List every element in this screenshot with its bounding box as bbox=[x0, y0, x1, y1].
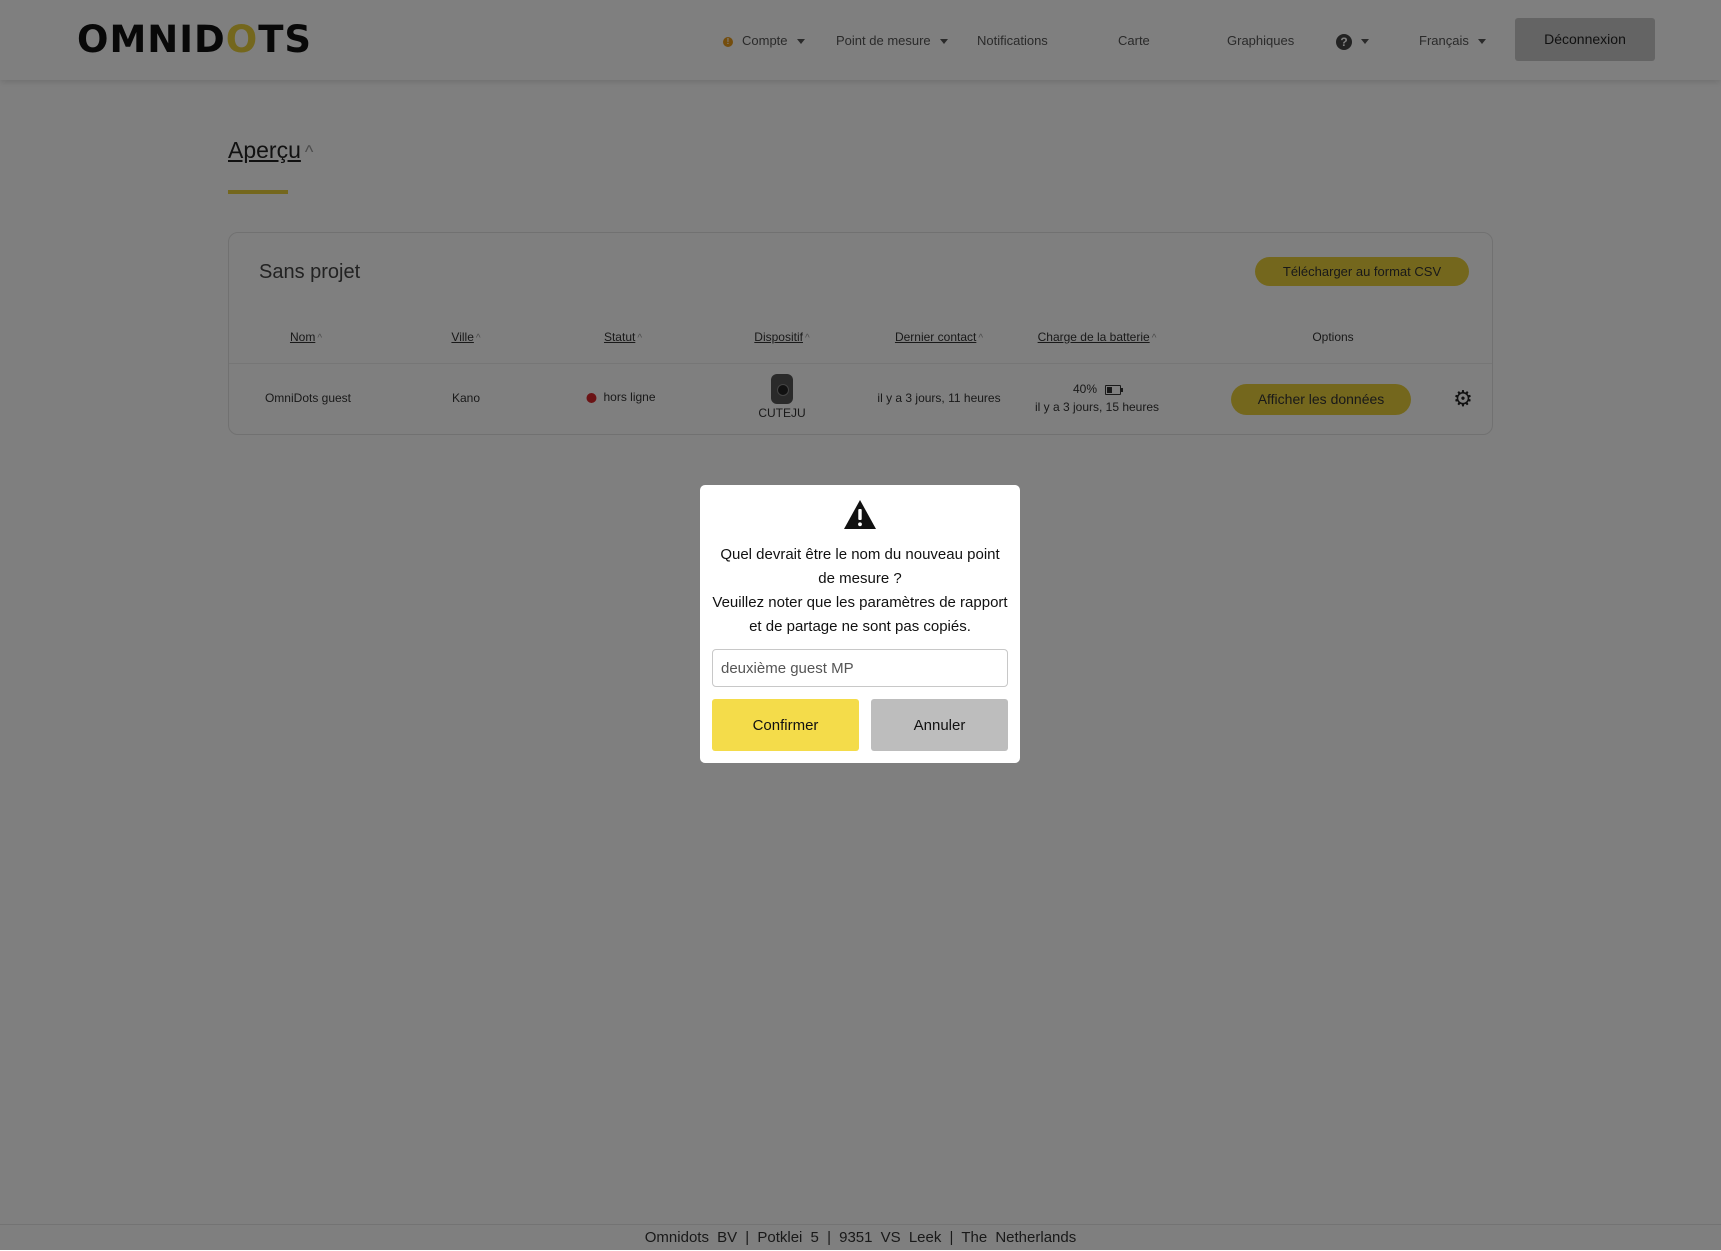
dialog-note: Veuillez noter que les paramètres de rap… bbox=[712, 594, 1008, 635]
warning-icon bbox=[844, 500, 876, 529]
dialog-message: Quel devrait être le nom du nouveau poin… bbox=[712, 543, 1008, 639]
dialog-question: Quel devrait être le nom du nouveau poin… bbox=[720, 546, 1000, 587]
cancel-button[interactable]: Annuler bbox=[871, 699, 1008, 751]
rename-measure-point-dialog: Quel devrait être le nom du nouveau poin… bbox=[700, 485, 1020, 763]
measure-point-name-input[interactable] bbox=[712, 649, 1008, 687]
confirm-button[interactable]: Confirmer bbox=[712, 699, 859, 751]
